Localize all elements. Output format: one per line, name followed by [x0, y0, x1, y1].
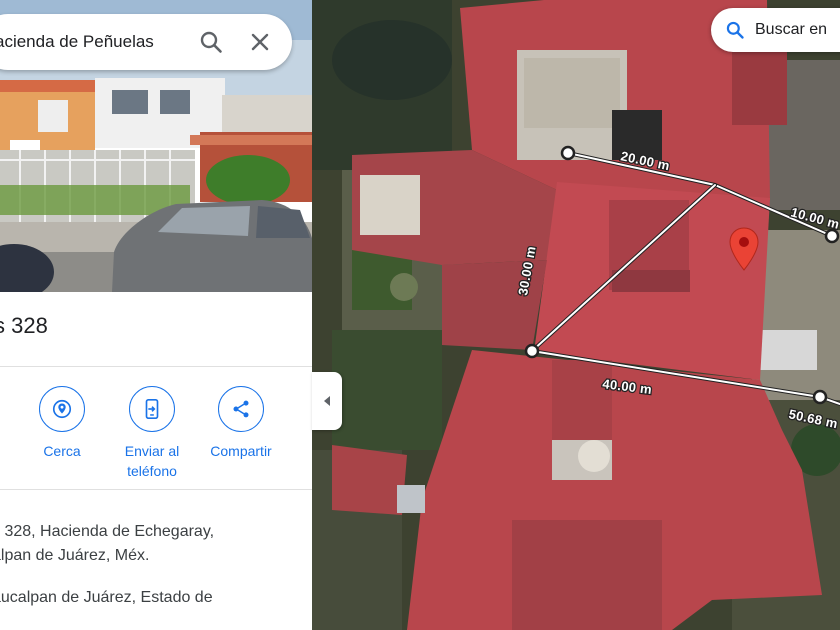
place-title: s 328	[0, 313, 48, 338]
address-info[interactable]: s 328, Hacienda de Echegaray, alpan de J…	[0, 520, 214, 568]
action-buttons: Cerca Enviar al teléfono Compartir	[0, 386, 312, 486]
send-to-phone-button[interactable]: Enviar al teléfono	[107, 386, 197, 481]
search-button[interactable]	[198, 29, 224, 55]
nearby-button[interactable]: Cerca	[17, 386, 107, 461]
divider	[0, 366, 312, 367]
share-label: Compartir	[210, 443, 272, 459]
address-line: s 328, Hacienda de Echegaray,	[0, 523, 215, 540]
chevron-left-icon	[324, 396, 330, 406]
search-icon	[726, 21, 744, 39]
search-icon	[200, 31, 222, 53]
satellite-map[interactable]: 20.00 m 10.00 m 30.00 m 40.00 m 50.68 m	[312, 0, 840, 630]
close-icon	[251, 33, 269, 51]
side-panel: acienda de Peñuelas s 328	[0, 0, 312, 630]
clear-search-button[interactable]	[248, 30, 272, 54]
nearby-icon	[52, 399, 72, 419]
search-this-area-button[interactable]: Buscar en	[711, 8, 840, 52]
address-line: alpan de Juárez, Méx.	[0, 547, 150, 564]
send-to-phone-label: Enviar al teléfono	[124, 443, 180, 479]
plus-code-info[interactable]: aucalpan de Juárez, Estado de	[0, 589, 213, 607]
search-input[interactable]: acienda de Peñuelas	[0, 32, 198, 52]
divider	[0, 489, 312, 490]
nearby-label: Cerca	[43, 443, 81, 459]
send-to-phone-icon	[145, 399, 159, 419]
satellite-imagery: 20.00 m 10.00 m 30.00 m 40.00 m 50.68 m	[312, 0, 840, 630]
search-this-area-label: Buscar en	[755, 21, 828, 38]
search-box[interactable]: acienda de Peñuelas	[0, 14, 292, 70]
share-button[interactable]: Compartir	[196, 386, 286, 461]
share-icon	[233, 400, 249, 418]
collapse-panel-button[interactable]	[312, 372, 342, 430]
